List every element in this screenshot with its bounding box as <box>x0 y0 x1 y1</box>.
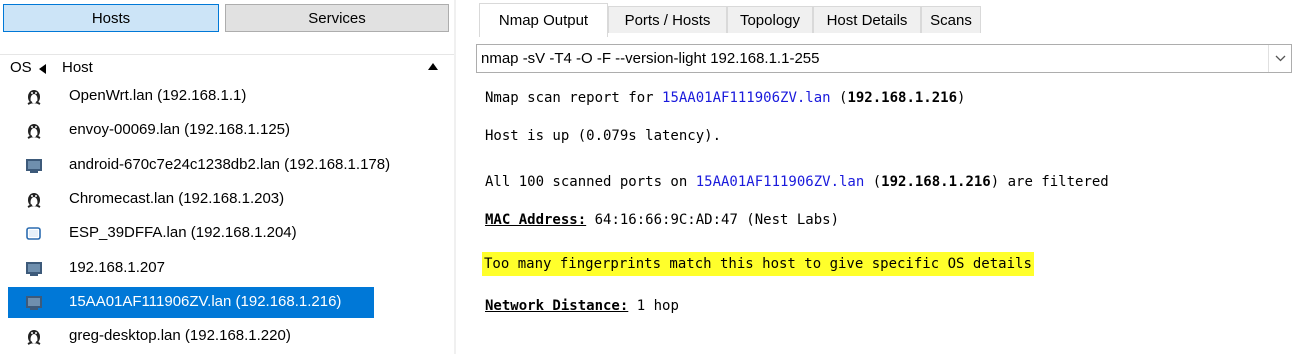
services-button[interactable]: Services <box>225 4 449 32</box>
host-row[interactable]: 15AA01AF111906ZV.lan (192.168.1.216) <box>0 286 454 318</box>
output-line-mac: MAC Address: 64:16:66:9C:AD:47 (Nest Lab… <box>485 212 840 228</box>
host-row[interactable]: Chromecast.lan (192.168.1.203) <box>0 184 454 215</box>
host-label: envoy-00069.lan (192.168.1.125) <box>69 121 291 139</box>
unknown-os-icon <box>25 294 43 311</box>
host-label: 15AA01AF111906ZV.lan (192.168.1.216) <box>69 292 342 310</box>
tab-nmap-output[interactable]: Nmap Output <box>479 3 608 37</box>
unknown-os-icon <box>25 157 43 174</box>
output-line-distance: Network Distance: 1 hop <box>485 298 679 314</box>
column-divider-arrow-icon[interactable] <box>39 64 47 74</box>
host-label: greg-desktop.lan (192.168.1.220) <box>69 327 291 345</box>
host-label: Chromecast.lan (192.168.1.203) <box>69 189 285 207</box>
output-line-scan-report: Nmap scan report for 15AA01AF111906ZV.la… <box>485 90 966 106</box>
command-text: nmap -sV -T4 -O -F --version-light 192.1… <box>481 50 820 67</box>
hosts-pane: Hosts Services OS Host OpenWrt.lan (192.… <box>0 0 454 354</box>
host-label: OpenWrt.lan (192.168.1.1) <box>69 87 247 104</box>
host-row[interactable]: ESP_39DFFA.lan (192.168.1.204) <box>0 218 454 249</box>
output-line-host-up: Host is up (0.079s latency). <box>485 128 722 144</box>
linux-penguin-icon <box>25 328 43 345</box>
host-label: android-670c7e24c1238db2.lan (192.168.1.… <box>69 155 391 173</box>
linux-penguin-icon <box>25 88 43 105</box>
chevron-down-icon[interactable] <box>1268 45 1291 72</box>
host-link[interactable]: 15AA01AF111906ZV.lan <box>696 174 865 190</box>
host-link[interactable]: 15AA01AF111906ZV.lan <box>662 90 831 106</box>
tab-host-details[interactable]: Host Details <box>813 6 921 33</box>
hosts-button[interactable]: Hosts <box>3 4 219 32</box>
linux-penguin-icon <box>25 122 43 140</box>
tab-ports-hosts[interactable]: Ports / Hosts <box>608 6 727 33</box>
unknown-os-icon <box>25 260 43 277</box>
tab-topology[interactable]: Topology <box>727 6 813 33</box>
host-row[interactable]: envoy-00069.lan (192.168.1.125) <box>0 115 454 146</box>
host-row[interactable]: 192.168.1.207 <box>0 253 454 284</box>
host-row[interactable]: android-670c7e24c1238db2.lan (192.168.1.… <box>0 150 454 181</box>
host-row[interactable]: OpenWrt.lan (192.168.1.1) <box>0 81 454 112</box>
device-icon <box>25 225 43 242</box>
results-pane: Nmap Output Ports / Hosts Topology Host … <box>475 0 1294 354</box>
host-row[interactable]: greg-desktop.lan (192.168.1.220) <box>0 321 454 352</box>
host-label: ESP_39DFFA.lan (192.168.1.204) <box>69 224 297 242</box>
output-line-ports: All 100 scanned ports on 15AA01AF111906Z… <box>485 174 1109 190</box>
os-column-header[interactable]: OS <box>10 59 32 76</box>
host-column-header[interactable]: Host <box>62 59 93 76</box>
host-list-header: OS Host <box>0 54 454 81</box>
command-select[interactable]: nmap -sV -T4 -O -F --version-light 192.1… <box>476 44 1292 73</box>
tab-bar: Nmap Output Ports / Hosts Topology Host … <box>475 0 1294 37</box>
output-line-os-details: Too many fingerprints match this host to… <box>482 252 1034 276</box>
sort-ascending-icon <box>428 63 438 70</box>
pane-divider[interactable] <box>454 0 456 354</box>
tab-scans[interactable]: Scans <box>921 6 981 33</box>
linux-penguin-icon <box>25 191 43 208</box>
host-label: 192.168.1.207 <box>69 258 165 276</box>
